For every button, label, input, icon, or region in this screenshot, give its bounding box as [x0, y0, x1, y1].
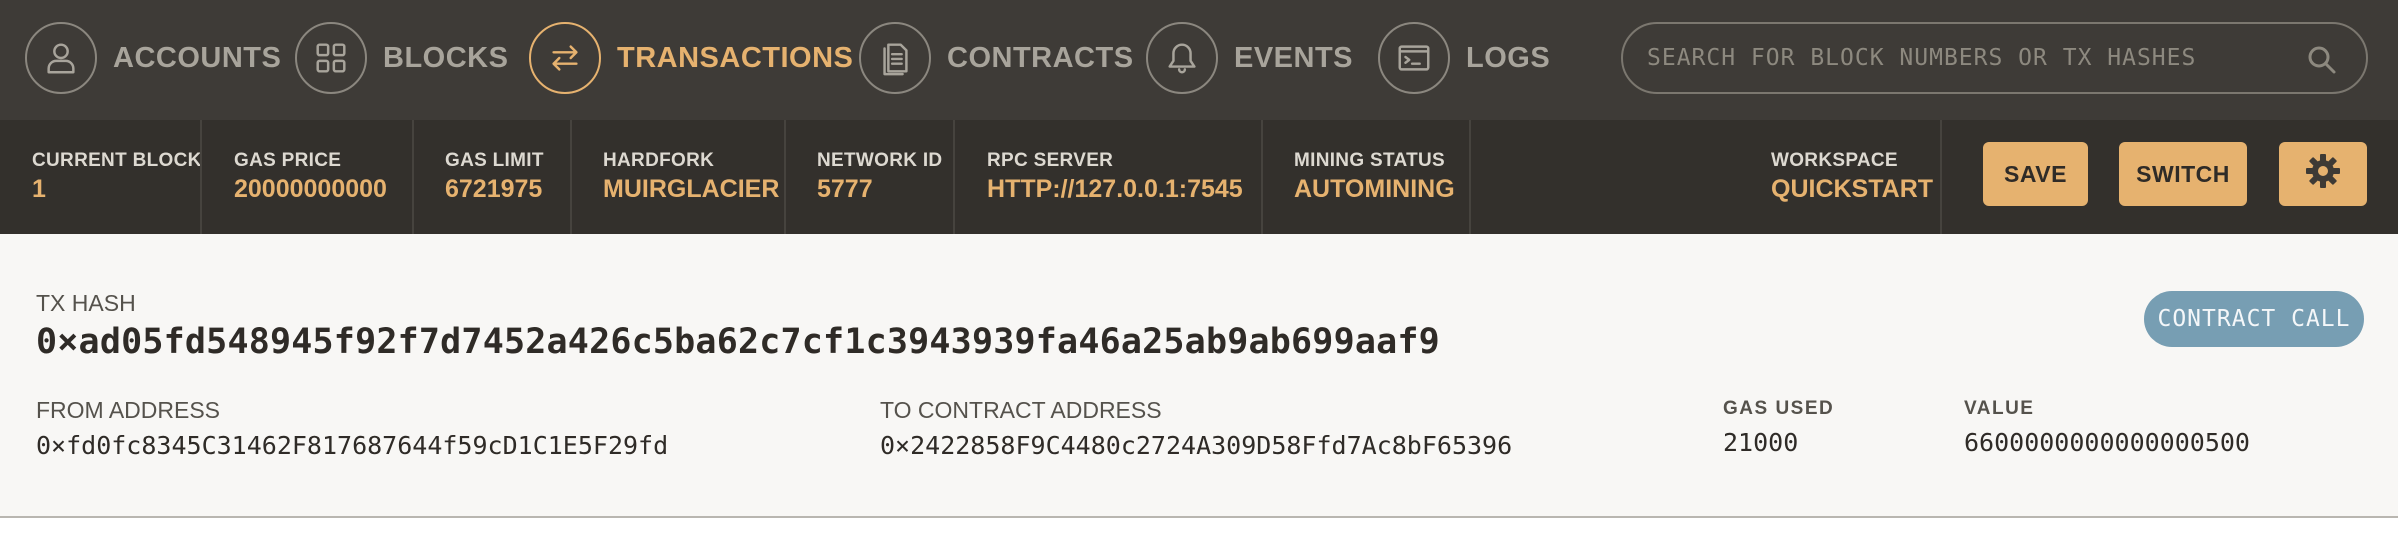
network-id-stat: NETWORK ID 5777 — [817, 120, 942, 234]
search-icon[interactable] — [2306, 44, 2338, 76]
divider — [953, 120, 955, 234]
tx-hash-value: 0×ad05fd548945f92f7d7452a426c5ba62c7cf1c… — [36, 322, 1440, 362]
top-navigation: ACCOUNTS BLOCKS TRANSACTIONS CONTRACTS E… — [0, 0, 2398, 120]
switch-button[interactable]: SWITCH — [2119, 142, 2247, 206]
workspace-stat: WORKSPACE QUICKSTART — [1771, 120, 1933, 234]
nav-accounts-label: ACCOUNTS — [113, 41, 282, 74]
nav-transactions[interactable]: TRANSACTIONS — [529, 22, 853, 94]
nav-events[interactable]: EVENTS — [1146, 22, 1353, 94]
bell-icon — [1146, 22, 1218, 94]
document-icon — [859, 22, 931, 94]
gas-limit-stat: GAS LIMIT 6721975 — [445, 120, 544, 234]
nav-contracts[interactable]: CONTRACTS — [859, 22, 1134, 94]
divider — [412, 120, 414, 234]
user-icon — [25, 22, 97, 94]
nav-logs-label: LOGS — [1466, 41, 1551, 74]
gas-limit-value: 6721975 — [445, 175, 543, 203]
nav-contracts-label: CONTRACTS — [947, 41, 1134, 74]
nav-transactions-label: TRANSACTIONS — [617, 41, 854, 74]
gear-icon — [2303, 151, 2343, 197]
current-block-value: 1 — [32, 175, 46, 203]
gas-price-value: 20000000000 — [234, 175, 387, 203]
workspace-value: QUICKSTART — [1771, 175, 1934, 203]
divider — [1261, 120, 1263, 234]
contract-call-badge: CONTRACT CALL — [2144, 291, 2364, 347]
gas-used-value: 21000 — [1723, 428, 1799, 457]
list-area — [0, 518, 2398, 550]
rpc-server-label: RPC SERVER — [987, 150, 1114, 171]
gas-limit-label: GAS LIMIT — [445, 150, 544, 171]
search-box — [1621, 22, 2368, 94]
divider — [784, 120, 786, 234]
nav-blocks[interactable]: BLOCKS — [295, 22, 508, 94]
save-button[interactable]: SAVE — [1983, 142, 2088, 206]
nav-events-label: EVENTS — [1234, 41, 1354, 74]
transaction-detail — [0, 234, 2398, 516]
value-amount: 6600000000000000500 — [1964, 428, 2250, 457]
to-contract-address-label: TO CONTRACT ADDRESS — [880, 397, 1162, 423]
divider — [1940, 120, 1942, 234]
search-input[interactable] — [1647, 45, 2287, 71]
rpc-server-stat: RPC SERVER HTTP://127.0.0.1:7545 — [987, 120, 1243, 234]
workspace-label: WORKSPACE — [1771, 150, 1898, 171]
gas-price-stat: GAS PRICE 20000000000 — [234, 120, 387, 234]
mining-status-label: MINING STATUS — [1294, 150, 1445, 171]
settings-button[interactable] — [2279, 142, 2367, 206]
current-block-stat: CURRENT BLOCK 1 — [32, 120, 202, 234]
divider — [570, 120, 572, 234]
rpc-server-value: HTTP://127.0.0.1:7545 — [987, 175, 1243, 203]
grid-icon — [295, 22, 367, 94]
mining-status-stat: MINING STATUS AUTOMINING — [1294, 120, 1455, 234]
value-label: VALUE — [1964, 398, 2035, 419]
nav-accounts[interactable]: ACCOUNTS — [25, 22, 281, 94]
hardfork-value: MUIRGLACIER — [603, 175, 780, 203]
to-contract-address-value: 0×2422858F9C4480c2724A309D58Ffd7Ac8bF653… — [880, 431, 1513, 460]
status-bar: CURRENT BLOCK 1 GAS PRICE 20000000000 GA… — [0, 120, 2398, 234]
current-block-label: CURRENT BLOCK — [32, 150, 202, 171]
hardfork-label: HARDFORK — [603, 150, 715, 171]
divider — [1469, 120, 1471, 234]
nav-logs[interactable]: LOGS — [1378, 22, 1550, 94]
gas-used-label: GAS USED — [1723, 398, 1835, 419]
from-address-label: FROM ADDRESS — [36, 397, 221, 423]
nav-blocks-label: BLOCKS — [383, 41, 509, 74]
hardfork-stat: HARDFORK MUIRGLACIER — [603, 120, 779, 234]
gas-price-label: GAS PRICE — [234, 150, 342, 171]
from-address-value: 0×fd0fc8345C31462F817687644f59cD1C1E5F29… — [36, 431, 669, 460]
divider — [200, 120, 202, 234]
tx-hash-label: TX HASH — [36, 290, 136, 316]
swap-arrows-icon — [529, 22, 601, 94]
terminal-icon — [1378, 22, 1450, 94]
mining-status-value: AUTOMINING — [1294, 175, 1455, 203]
network-id-value: 5777 — [817, 175, 873, 203]
network-id-label: NETWORK ID — [817, 150, 943, 171]
